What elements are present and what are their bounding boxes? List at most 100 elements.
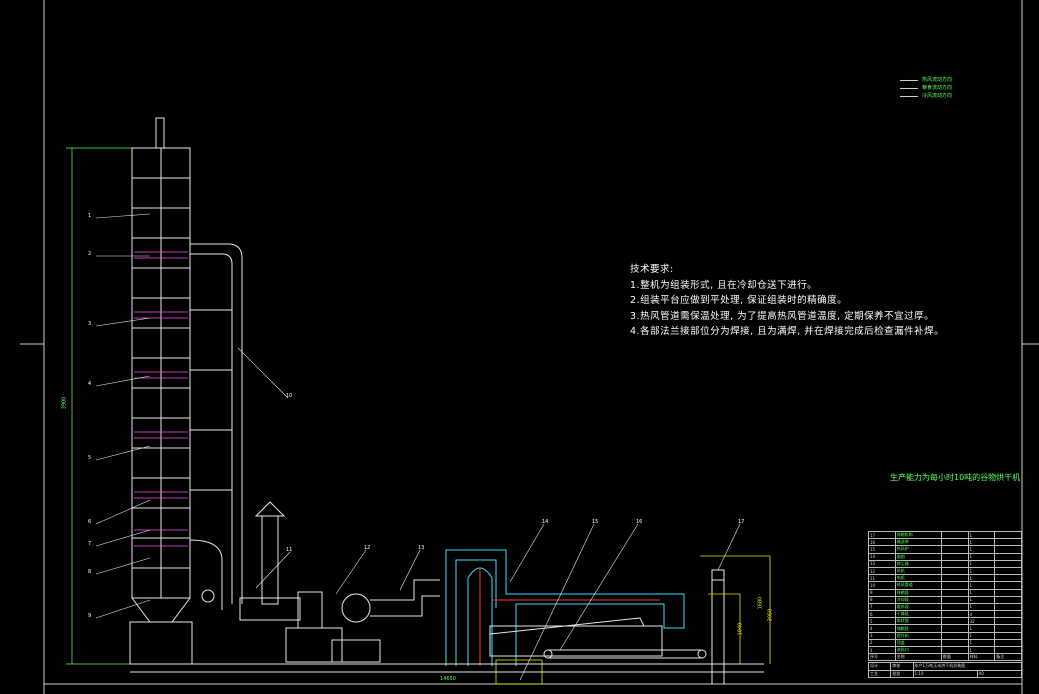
dim-r2: 1680	[757, 596, 764, 610]
part-label: 16	[636, 519, 643, 525]
parts-cell: 1	[967, 545, 996, 554]
parts-cell	[994, 624, 1022, 633]
parts-cell: 缓苏段	[894, 602, 942, 612]
part-label: 1	[88, 213, 92, 219]
red-pipe	[479, 568, 660, 666]
parts-cell: 除尘器	[894, 559, 942, 568]
parts-row: 9 排粮段 1	[868, 588, 1022, 597]
parts-row: 4 储粮段 1	[868, 624, 1022, 633]
green-title: 生产能力为每小时10吨的谷物烘干机	[890, 473, 1021, 482]
parts-cell: 储粮段	[894, 624, 942, 633]
parts-cell: 3	[868, 631, 896, 640]
parts-cell: 冷却段	[894, 595, 942, 604]
parts-cell: 进料口	[894, 645, 942, 655]
parts-cell	[994, 574, 1022, 583]
part-label: 17	[738, 519, 745, 525]
parts-cell: 32	[967, 617, 996, 626]
parts-cell: 1	[967, 552, 996, 561]
flow-legend: 热风流动方向 粮食流动方向 冷风流动方向	[900, 76, 952, 100]
parts-cell: 1	[967, 638, 996, 648]
parts-cell: 1	[967, 574, 996, 583]
parts-row: 17 排粮机构 1	[868, 530, 1022, 540]
parts-cell: 提升机	[894, 631, 942, 640]
part-label: 6	[88, 519, 92, 525]
parts-cell	[940, 552, 969, 561]
parts-cell: 电机	[894, 574, 942, 583]
footer-label: 审核	[890, 662, 914, 671]
parts-header-cell: 备注	[994, 653, 1022, 662]
parts-cell	[940, 610, 969, 619]
parts-cell: 6	[868, 610, 896, 619]
part-label: 8	[88, 569, 92, 575]
tech-requirements: 技术要求: 1.整机为组装形式, 且在冷却仓送下进行。 2.组装平台应做到平处理…	[630, 262, 944, 340]
parts-row: 12 风机 1	[868, 566, 1022, 576]
scale: 1:10	[912, 669, 978, 678]
parts-cell: 排粮机构	[894, 530, 942, 540]
parts-cell	[940, 581, 969, 590]
legend-swatch	[900, 95, 918, 97]
legend-label: 粮食流动方向	[922, 85, 953, 91]
parts-row: 7 缓苏段 1	[868, 602, 1022, 612]
parts-header-cell: 材料	[967, 653, 996, 662]
footer-label: 工艺	[867, 669, 892, 678]
dim-r1: 3050	[767, 608, 774, 622]
yellow-outlines	[495, 555, 771, 685]
base-line	[130, 663, 764, 673]
parts-cell	[994, 617, 1022, 626]
dim-r3: 1040	[737, 622, 744, 636]
legend-row: 冷风流动方向	[900, 92, 952, 100]
part-label: 3	[88, 321, 92, 327]
parts-cell	[940, 624, 969, 633]
parts-cell	[940, 638, 969, 648]
part-label: 9	[88, 613, 92, 619]
title-block: 17 排粮机构 1 16 输送带 1 15 热风炉 1 14 烟囱 1 13 除尘器 1 12 风机 1 11 电机 1…	[867, 530, 1023, 694]
sheet-size: A0	[976, 669, 1023, 678]
parts-cell: 15	[868, 545, 896, 554]
parts-row: 3 提升机 1	[868, 631, 1022, 640]
parts-row: 2 顶盖 1	[868, 638, 1022, 648]
parts-cell: 1	[967, 530, 996, 540]
title-block-footer: 设计 审核 年产1万吨玉米烘干机总装图 工艺 批准 1:10 A0	[867, 662, 1023, 678]
part-label: 7	[88, 541, 92, 547]
parts-cell: 1	[967, 595, 996, 604]
parts-cell: 12	[868, 566, 896, 576]
parts-cell	[994, 638, 1022, 648]
parts-cell	[994, 545, 1022, 554]
legend-swatch	[900, 79, 918, 81]
parts-cell	[940, 559, 969, 568]
legend-row: 热风流动方向	[900, 76, 952, 84]
parts-cell: 顶盖	[894, 638, 942, 648]
legend-label: 热风流动方向	[922, 77, 953, 83]
parts-cell: 1	[967, 581, 996, 590]
parts-cell	[940, 538, 969, 547]
parts-cell	[940, 645, 969, 655]
parts-cell: 11	[868, 574, 896, 583]
parts-row: 10 热风管道 1	[868, 581, 1022, 590]
footer-label: 设计	[867, 662, 892, 671]
parts-cell	[940, 545, 969, 554]
parts-cell: 1	[868, 645, 896, 655]
part-label: 11	[286, 547, 293, 553]
parts-row: 15 热风炉 1	[868, 545, 1022, 554]
parts-row: 11 电机 1	[868, 574, 1022, 583]
parts-cell	[940, 530, 969, 540]
parts-row: 14 烟囱 1	[868, 552, 1022, 561]
tech-requirement-item: 4.各部法兰接部位分为焊接, 且为满焊, 并在焊接完成后检查漏件补焊。	[630, 326, 945, 337]
part-label: 14	[542, 519, 549, 525]
parts-cell: 1	[967, 566, 996, 576]
parts-row: 6 干燥段 4	[868, 610, 1022, 619]
parts-cell	[994, 581, 1022, 590]
parts-cell: 13	[868, 559, 896, 568]
part-label: 2	[88, 251, 92, 257]
parts-header-cell: 序号	[868, 653, 896, 662]
parts-row: 13 除尘器 1	[868, 559, 1022, 568]
conveyor	[489, 569, 725, 684]
parts-cell: 热风管道	[894, 581, 942, 590]
parts-row: 5 角状管 32	[868, 617, 1022, 626]
parts-cell	[994, 610, 1022, 619]
dryer-tower	[129, 117, 193, 665]
parts-cell	[994, 559, 1022, 568]
legend-label: 冷风流动方向	[922, 93, 953, 99]
parts-cell: 7	[868, 602, 896, 612]
parts-cell	[940, 574, 969, 583]
